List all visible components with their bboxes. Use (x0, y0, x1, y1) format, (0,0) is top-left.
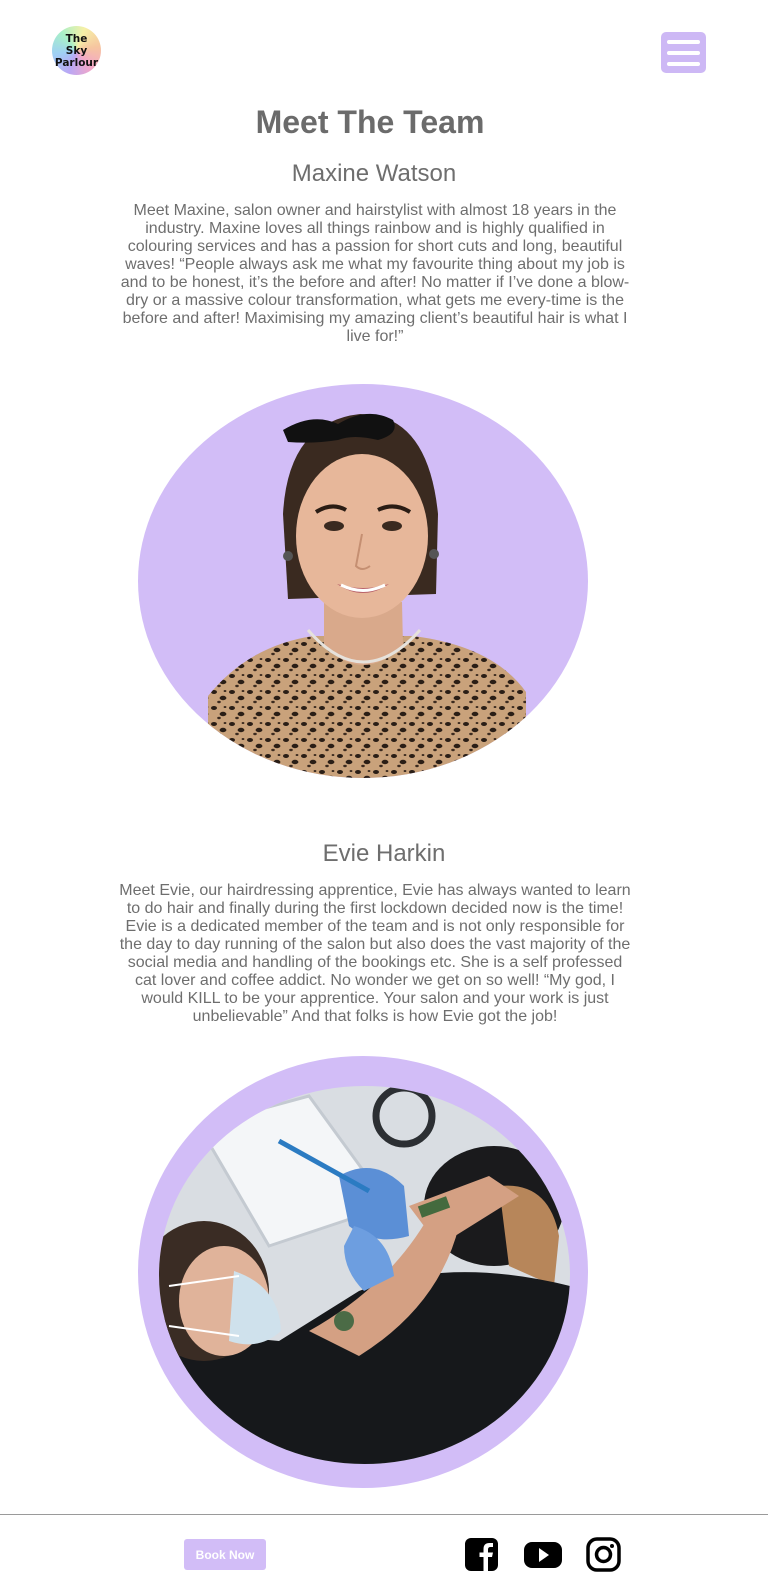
facebook-icon[interactable] (463, 1536, 500, 1573)
logo-text: The Sky Parlour (54, 32, 99, 69)
youtube-icon[interactable] (522, 1536, 564, 1573)
site-header: The Sky Parlour (0, 0, 768, 100)
member-bio-maxine: Meet Maxine, salon owner and hairstylist… (120, 202, 630, 345)
site-footer: Book Now (0, 1514, 768, 1594)
page-title: Meet The Team (255, 104, 485, 140)
member-photo-evie-inner (159, 1086, 570, 1464)
member-photo-maxine (138, 384, 588, 778)
book-now-button[interactable]: Book Now (184, 1539, 266, 1570)
member-bio-evie: Meet Evie, our hairdressing apprentice, … (119, 882, 631, 1025)
member-name-maxine: Maxine Watson (291, 160, 457, 187)
member-name-evie: Evie Harkin (322, 840, 446, 867)
instagram-icon[interactable] (585, 1536, 622, 1573)
site-logo[interactable]: The Sky Parlour (52, 26, 101, 75)
hamburger-menu-icon[interactable] (661, 32, 706, 73)
member-photo-evie (138, 1056, 588, 1488)
